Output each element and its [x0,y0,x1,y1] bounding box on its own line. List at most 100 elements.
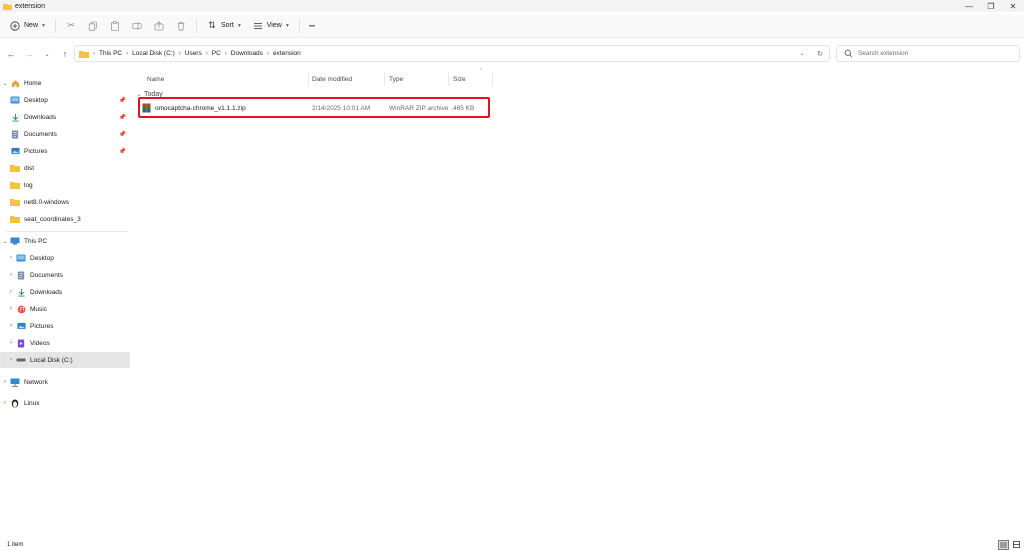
column-header-date-modified[interactable]: Date modified [312,72,384,86]
details-view-button[interactable] [998,539,1009,550]
table-row[interactable]: omocaptcha-chrome_v1.1.1.zip 2/14/2025 1… [138,97,490,118]
more-options-button[interactable]: ··· [304,17,320,35]
share-icon [153,20,165,32]
nav-item-network[interactable]: › Network [0,374,130,390]
chevron-down-icon: ▼ [236,22,242,29]
cut-button[interactable]: ✂ [60,17,82,35]
folder-icon [10,215,20,224]
breadcrumb-local-disk[interactable]: Local Disk (C:) [132,50,175,57]
sort-button[interactable]: ⇅ Sort ▼ [201,17,247,35]
nav-item-documents[interactable]: Documents 📌 [0,126,130,142]
recent-locations-button[interactable]: ⌄ [38,45,56,63]
breadcrumb-separator[interactable]: › [206,51,208,57]
nav-label: Network [24,378,48,386]
copy-icon [87,20,99,32]
documents-icon [10,129,20,139]
expand-chevron-icon[interactable]: ⌄ [0,238,10,245]
expand-chevron-icon[interactable]: › [0,400,10,406]
nav-item-linux[interactable]: › Linux [0,395,130,411]
title-bar: extension — ❐ ✕ [0,0,1024,12]
refresh-button[interactable]: ↻ [811,46,829,61]
breadcrumb-pc[interactable]: PC [212,50,221,57]
column-divider[interactable] [308,72,309,86]
column-header-size[interactable]: Size [453,72,491,86]
nav-item-log[interactable]: log [0,177,130,193]
folder-icon [10,198,20,207]
column-divider[interactable] [384,72,385,86]
maximize-button[interactable]: ❐ [980,0,1002,12]
column-header-type[interactable]: Type [389,72,449,86]
share-button[interactable] [148,17,170,35]
expand-chevron-icon[interactable]: ⌄ [0,80,10,87]
expand-chevron-icon[interactable]: › [6,289,16,295]
breadcrumb-this-pc[interactable]: This PC [99,50,122,57]
minimize-button[interactable]: — [958,0,980,12]
breadcrumb-separator[interactable]: › [267,51,269,57]
sort-icon: ⇅ [208,20,216,30]
folder-icon [10,164,20,173]
nav-item-desktop[interactable]: Desktop 📌 [0,92,130,108]
delete-button[interactable] [170,17,192,35]
nav-item-home[interactable]: ⌄ Home [0,75,130,91]
nav-item-dist[interactable]: dist [0,160,130,176]
expand-chevron-icon[interactable]: › [6,323,16,329]
address-history-dropdown[interactable]: ⌄ [793,46,811,61]
column-header-name[interactable]: Name [147,72,307,86]
nav-item-net8-windows[interactable]: net8.0-windows [0,194,130,210]
paste-button[interactable] [104,17,126,35]
copy-button[interactable] [82,17,104,35]
expand-chevron-icon[interactable]: › [6,357,16,363]
file-name: omocaptcha-chrome_v1.1.1.zip [155,104,246,112]
rename-button[interactable] [126,17,148,35]
view-toggles [996,538,1022,551]
breadcrumb-separator[interactable]: › [225,51,227,57]
nav-item-pc-documents[interactable]: › Documents [0,267,130,283]
folder-icon [10,181,20,190]
up-button[interactable]: ↑ [56,45,74,63]
computer-icon [10,237,20,246]
nav-item-pictures[interactable]: Pictures 📌 [0,143,130,159]
nav-label: net8.0-windows [24,198,70,206]
nav-item-pc-desktop[interactable]: › Desktop [0,250,130,266]
nav-item-pc-downloads[interactable]: › Downloads [0,284,130,300]
music-icon [16,305,26,314]
forward-button[interactable]: → [20,45,38,63]
nav-item-local-disk[interactable]: › Local Disk (C:) [0,352,130,368]
expand-chevron-icon[interactable]: › [6,272,16,278]
breadcrumb-separator[interactable]: › [179,51,181,57]
nav-item-downloads[interactable]: Downloads 📌 [0,109,130,125]
nav-label: Music [30,305,47,313]
address-bar[interactable]: › This PC › Local Disk (C:) › Users › PC… [74,45,830,62]
search-input[interactable] [858,50,1008,57]
search-box[interactable] [836,45,1020,62]
close-button[interactable]: ✕ [1002,0,1024,12]
expand-chevron-icon[interactable]: › [6,340,16,346]
new-button[interactable]: New ▼ [4,17,51,35]
back-button[interactable]: ← [2,45,20,63]
add-circle-icon [9,20,21,32]
nav-item-this-pc[interactable]: ⌄ This PC [0,233,130,249]
column-divider[interactable] [448,72,449,86]
nav-item-pc-videos[interactable]: › Videos [0,335,130,351]
breadcrumb-users[interactable]: Users [185,50,202,57]
new-label: New [24,22,39,29]
breadcrumb-separator[interactable]: › [126,51,128,57]
folder-icon [79,50,89,58]
column-divider[interactable] [492,72,493,86]
tiles-view-button[interactable] [1011,540,1022,550]
breadcrumb-downloads[interactable]: Downloads [231,50,263,57]
nav-label: Pictures [24,147,48,155]
expand-chevron-icon[interactable]: › [0,379,10,385]
nav-item-pc-pictures[interactable]: › Pictures [0,318,130,334]
view-label: View [266,22,282,29]
expand-chevron-icon[interactable]: › [6,306,16,312]
expand-chevron-icon[interactable]: › [6,255,16,261]
nav-item-pc-music[interactable]: › Music [0,301,130,317]
documents-icon [16,270,26,280]
toolbar-divider [54,18,56,33]
file-name-cell[interactable]: omocaptcha-chrome_v1.1.1.zip [142,103,246,113]
file-list: ⌃ Name Date modified Type Size ⌄ Today o… [134,68,1024,538]
nav-item-seat-coordinates-3[interactable]: seat_coordinates_3 [0,211,130,227]
breadcrumb-extension[interactable]: extension [273,50,301,57]
view-button[interactable]: View ▼ [247,17,295,35]
